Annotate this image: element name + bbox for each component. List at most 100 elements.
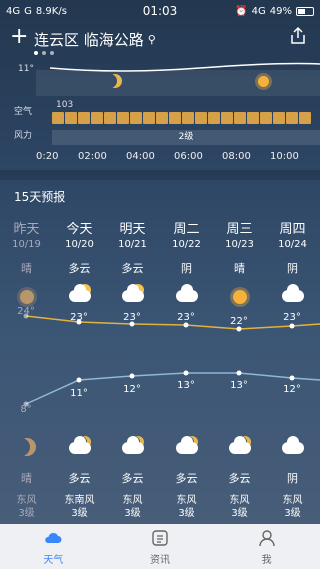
time-label: 02:00 bbox=[78, 151, 107, 162]
night-desc: 阴 bbox=[287, 472, 298, 485]
day-name: 今天 bbox=[66, 222, 93, 237]
location-pin-icon: ⚲ bbox=[147, 33, 156, 46]
day-name: 明天 bbox=[119, 222, 146, 237]
day-desc: 晴 bbox=[234, 262, 245, 275]
hourly-temp-label: 11° bbox=[18, 64, 34, 74]
day-date: 10/23 bbox=[225, 239, 254, 250]
tab-label: 资讯 bbox=[150, 554, 170, 566]
add-city-button[interactable]: + bbox=[10, 26, 28, 48]
divider bbox=[0, 170, 320, 180]
high-temp: 23° bbox=[123, 312, 141, 323]
wind-direction: 东风 bbox=[282, 495, 303, 506]
night-desc: 多云 bbox=[68, 472, 91, 485]
wind-label: 风力 bbox=[14, 131, 33, 141]
day-date: 10/22 bbox=[172, 239, 201, 250]
battery-icon bbox=[296, 6, 314, 16]
high-temp: 23° bbox=[70, 312, 88, 323]
day-name: 周四 bbox=[279, 222, 306, 237]
time-label: 10:00 bbox=[270, 151, 299, 162]
night-desc: 多云 bbox=[121, 472, 144, 485]
wind-level: 3级 bbox=[284, 508, 301, 519]
wind-direction: 东风 bbox=[16, 495, 37, 506]
low-temp: 8° bbox=[20, 404, 32, 415]
hourly-temp-curve bbox=[36, 62, 320, 96]
tab-news[interactable]: 资讯 bbox=[107, 524, 214, 569]
aqi-value: 103 bbox=[56, 100, 74, 110]
day-date: 10/19 bbox=[12, 239, 41, 250]
wind-level: 3级 bbox=[18, 508, 35, 519]
wind-value: 2级 bbox=[178, 132, 194, 142]
day-date: 10/20 bbox=[65, 239, 94, 250]
aqi-bar bbox=[52, 112, 311, 124]
wind-level: 3级 bbox=[124, 508, 141, 519]
tab-label: 天气 bbox=[43, 554, 64, 566]
day-desc: 阴 bbox=[287, 262, 298, 275]
wind-direction: 东南风 bbox=[64, 495, 95, 506]
night-desc: 多云 bbox=[228, 472, 251, 485]
cloudy-icon bbox=[280, 436, 306, 462]
high-temp: 23° bbox=[177, 312, 195, 323]
time-label: 04:00 bbox=[126, 151, 155, 162]
low-temp: 12° bbox=[123, 384, 141, 395]
tab-me[interactable]: 我 bbox=[213, 524, 320, 569]
wind-direction: 东风 bbox=[122, 495, 143, 506]
time-label: 08:00 bbox=[222, 151, 251, 162]
wind-level: 3级 bbox=[231, 508, 248, 519]
cloudy-night-icon bbox=[67, 436, 93, 462]
location-name: 连云区 临海公路 bbox=[34, 31, 144, 49]
aqi-label: 空气 bbox=[14, 107, 33, 117]
day-name: 周二 bbox=[173, 222, 200, 237]
high-temp: 23° bbox=[283, 312, 301, 323]
day-column[interactable]: 今天 10/20 多云 bbox=[53, 218, 106, 310]
forecast-title: 15天预报 bbox=[14, 190, 66, 204]
day-column[interactable]: 周三 10/23 晴 bbox=[213, 218, 266, 310]
moon-icon bbox=[14, 436, 40, 462]
cloudy-night-icon bbox=[227, 436, 253, 462]
temp-lines bbox=[23, 313, 320, 407]
wind-direction: 东风 bbox=[176, 495, 197, 506]
clock: 01:03 bbox=[142, 4, 178, 18]
weather-cloud-icon bbox=[45, 532, 62, 543]
day-column[interactable]: 周二 10/22 阴 bbox=[160, 218, 213, 310]
time-label: 06:00 bbox=[174, 151, 203, 162]
page-indicator bbox=[34, 51, 54, 55]
tab-weather[interactable]: 天气 bbox=[0, 524, 107, 569]
bottom-tab-bar: 天气 资讯 我 bbox=[0, 524, 320, 569]
moon-icon bbox=[108, 74, 124, 90]
low-temp: 11° bbox=[70, 388, 88, 399]
day-desc: 多云 bbox=[68, 262, 91, 275]
location-title[interactable]: 连云区 临海公路 ⚲ bbox=[34, 29, 156, 50]
day-name: 昨天 bbox=[13, 222, 40, 237]
header: + 连云区 临海公路 ⚲ bbox=[0, 24, 320, 55]
sun-icon bbox=[256, 74, 272, 90]
tab-label: 我 bbox=[261, 554, 272, 566]
day-desc: 阴 bbox=[181, 262, 192, 275]
wind-level: 3级 bbox=[178, 508, 195, 519]
temperature-chart: 24° 23° 23° 23° 22° 23° 8° 11° 12° 13° 1… bbox=[0, 300, 320, 420]
status-bar: 4G G 8.9K/s 01:03 ⏰ 4G 49% bbox=[0, 0, 320, 22]
high-temp: 22° bbox=[230, 316, 248, 327]
day-column[interactable]: 昨天 10/19 晴 bbox=[0, 218, 53, 310]
day-column[interactable]: 周四 10/24 阴 bbox=[266, 218, 319, 310]
night-desc: 多云 bbox=[175, 472, 198, 485]
cloudy-night-icon bbox=[120, 436, 146, 462]
day-date: 10/24 bbox=[278, 239, 307, 250]
day-name: 周三 bbox=[226, 222, 253, 237]
share-icon[interactable] bbox=[288, 26, 308, 46]
cloudy-night-icon bbox=[174, 436, 200, 462]
wind-direction: 东风 bbox=[229, 495, 250, 506]
day-desc: 晴 bbox=[21, 262, 32, 275]
day-column[interactable]: 明天 10/21 多云 bbox=[106, 218, 159, 310]
high-temp: 24° bbox=[17, 306, 35, 317]
low-temp: 13° bbox=[230, 380, 248, 391]
time-label: 0:20 bbox=[36, 151, 59, 162]
low-temp: 12° bbox=[283, 384, 301, 395]
night-desc: 晴 bbox=[21, 472, 32, 485]
user-icon bbox=[258, 529, 275, 546]
day-date: 10/21 bbox=[118, 239, 147, 250]
wind-bar: 2级 bbox=[52, 130, 320, 145]
day-desc: 多云 bbox=[121, 262, 144, 275]
low-temp: 13° bbox=[177, 380, 195, 391]
wind-level: 3级 bbox=[71, 508, 88, 519]
news-icon bbox=[152, 529, 168, 546]
